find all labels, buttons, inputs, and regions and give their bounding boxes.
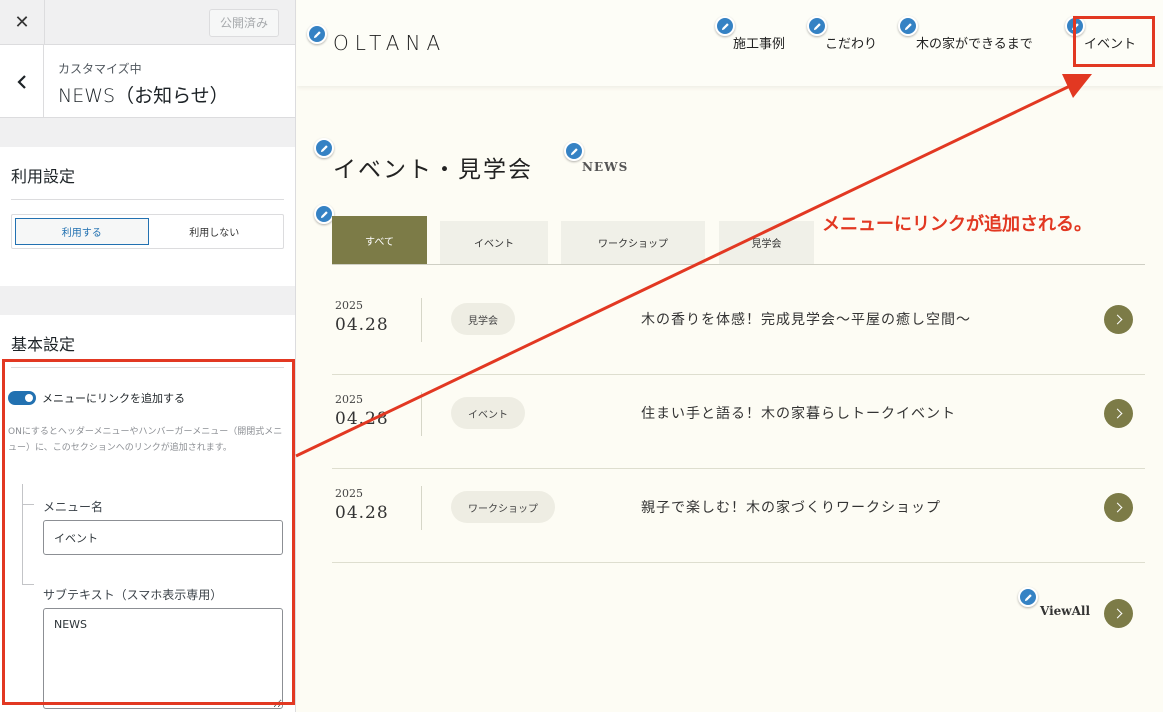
news-row[interactable]: 2025 04.28 イベント 住まい手と語る！木の家暮らしトークイベント <box>332 375 1145 469</box>
pencil-icon <box>320 144 328 152</box>
menu-name-input[interactable] <box>43 520 283 555</box>
basic-section-body: メニューにリンクを追加する ONにするとヘッダーメニューやハンバーガーメニュー（… <box>0 368 295 712</box>
edit-shortcut-tabs[interactable] <box>314 204 334 224</box>
nav-item-process[interactable]: 木の家ができるまで <box>916 33 1033 52</box>
pencil-icon <box>320 210 328 218</box>
news-separator <box>421 298 422 342</box>
view-all-button[interactable] <box>1104 599 1133 628</box>
news-category-badge: 見学会 <box>451 303 515 335</box>
tree-line <box>22 484 23 584</box>
subtext-label: サブテキスト（スマホ表示専用） <box>43 588 223 602</box>
usage-segmented-control: 利用する 利用しない <box>11 214 284 249</box>
section-gap <box>0 286 295 315</box>
annotation-callout: メニューにリンクが追加される。 <box>822 214 1092 235</box>
pencil-icon <box>813 22 821 30</box>
site-logo[interactable]: OLTANA <box>333 31 446 55</box>
news-title[interactable]: 親子で楽しむ！木の家づくりワークショップ <box>641 497 941 517</box>
news-arrow-button[interactable] <box>1104 305 1133 334</box>
news-year: 2025 <box>335 393 363 406</box>
close-icon: ✕ <box>14 12 30 33</box>
news-arrow-button[interactable] <box>1104 399 1133 428</box>
news-category-badge: ワークショップ <box>451 491 555 523</box>
news-title[interactable]: 住まい手と語る！木の家暮らしトークイベント <box>641 403 956 423</box>
news-row[interactable]: 2025 04.28 見学会 木の香りを体感！完成見学会〜平屋の癒し空間〜 <box>332 281 1145 375</box>
section-subtitle: NEWS <box>582 160 629 174</box>
tab-open-house[interactable]: 見学会 <box>719 221 814 264</box>
edit-shortcut-logo[interactable] <box>307 24 327 44</box>
news-date: 04.28 <box>335 503 389 523</box>
help-text: ONにするとヘッダーメニューやハンバーガーメニュー（開閉式メニュー）に、このセク… <box>8 427 283 453</box>
menu-name-label: メニュー名 <box>43 500 104 514</box>
basic-section: 基本設定 メニューにリンクを追加する ONにするとヘッダーメニューやハンバーガー… <box>0 315 295 712</box>
news-row[interactable]: 2025 04.28 ワークショップ 親子で楽しむ！木の家づくりワークショップ <box>332 469 1145 563</box>
usage-section-title: 利用設定 <box>11 167 76 186</box>
nav-item-commitment[interactable]: こだわり <box>825 33 877 52</box>
section-gap <box>0 118 295 147</box>
back-button[interactable] <box>0 45 44 118</box>
tab-event[interactable]: イベント <box>440 221 548 264</box>
pencil-icon <box>570 147 578 155</box>
usage-segment-wrap: 利用する 利用しない <box>0 214 295 286</box>
pencil-icon <box>721 22 729 30</box>
publish-button[interactable]: 公開済み <box>208 9 279 37</box>
chevron-right-icon <box>1112 314 1122 325</box>
breadcrumb-title: NEWS（お知らせ） <box>58 85 229 107</box>
menu-link-toggle-label: メニューにリンクを追加する <box>42 392 185 405</box>
edit-shortcut-nav[interactable] <box>898 16 918 36</box>
news-year: 2025 <box>335 487 363 500</box>
chevron-right-icon <box>1112 408 1122 419</box>
tab-all[interactable]: すべて <box>332 216 427 264</box>
pencil-icon <box>1024 593 1032 601</box>
usage-section: 利用設定 利用する 利用しない <box>0 147 295 286</box>
subtext-textarea[interactable]: NEWS <box>43 608 283 709</box>
edit-shortcut-nav[interactable] <box>807 16 827 36</box>
menu-link-toggle[interactable] <box>8 391 36 405</box>
chevron-left-icon <box>16 74 26 89</box>
edit-shortcut-title[interactable] <box>314 138 334 158</box>
usage-option-not-use[interactable]: 利用しない <box>149 218 281 245</box>
chevron-right-icon <box>1112 608 1122 619</box>
menu-link-toggle-row: メニューにリンクを追加する <box>8 390 185 406</box>
edit-shortcut-nav[interactable] <box>1065 16 1085 36</box>
site-preview: OLTANA 施工事例 こだわり 木の家ができるまで イベント イベント・見学会… <box>297 0 1163 712</box>
edit-shortcut-nav[interactable] <box>715 16 735 36</box>
tabs-underline <box>332 264 1145 265</box>
basic-section-title: 基本設定 <box>11 335 76 354</box>
pencil-icon <box>313 30 321 38</box>
divider <box>11 199 284 200</box>
breadcrumb-subtitle: カスタマイズ中 <box>58 62 142 76</box>
news-year: 2025 <box>335 299 363 312</box>
customizer-topbar: ✕ 公開済み <box>0 0 295 45</box>
news-separator <box>421 392 422 436</box>
nav-item-works[interactable]: 施工事例 <box>733 33 785 52</box>
tab-workshop[interactable]: ワークショップ <box>561 221 705 264</box>
usage-option-use[interactable]: 利用する <box>15 218 149 245</box>
nav-item-event[interactable]: イベント <box>1084 33 1136 52</box>
news-separator <box>421 486 422 530</box>
news-category-badge: イベント <box>451 397 525 429</box>
view-all-link[interactable]: ViewAll <box>1040 604 1090 618</box>
tree-branch <box>22 504 34 505</box>
pencil-icon <box>904 22 912 30</box>
edit-shortcut-subtitle[interactable] <box>564 141 584 161</box>
section-title: イベント・見学会 <box>333 157 533 183</box>
news-title[interactable]: 木の香りを体感！完成見学会〜平屋の癒し空間〜 <box>641 309 971 329</box>
customizer-panel: ✕ 公開済み カスタマイズ中 NEWS（お知らせ） 利用設定 利用する 利用しな… <box>0 0 296 712</box>
news-date: 04.28 <box>335 315 389 335</box>
news-arrow-button[interactable] <box>1104 493 1133 522</box>
edit-shortcut-viewall[interactable] <box>1018 587 1038 607</box>
close-button[interactable]: ✕ <box>0 0 45 45</box>
news-date: 04.28 <box>335 409 389 429</box>
site-header: OLTANA 施工事例 こだわり 木の家ができるまで イベント <box>297 0 1163 86</box>
tree-branch <box>22 584 34 585</box>
pencil-icon <box>1071 22 1079 30</box>
chevron-right-icon <box>1112 502 1122 513</box>
breadcrumb: カスタマイズ中 NEWS（お知らせ） <box>0 45 295 118</box>
